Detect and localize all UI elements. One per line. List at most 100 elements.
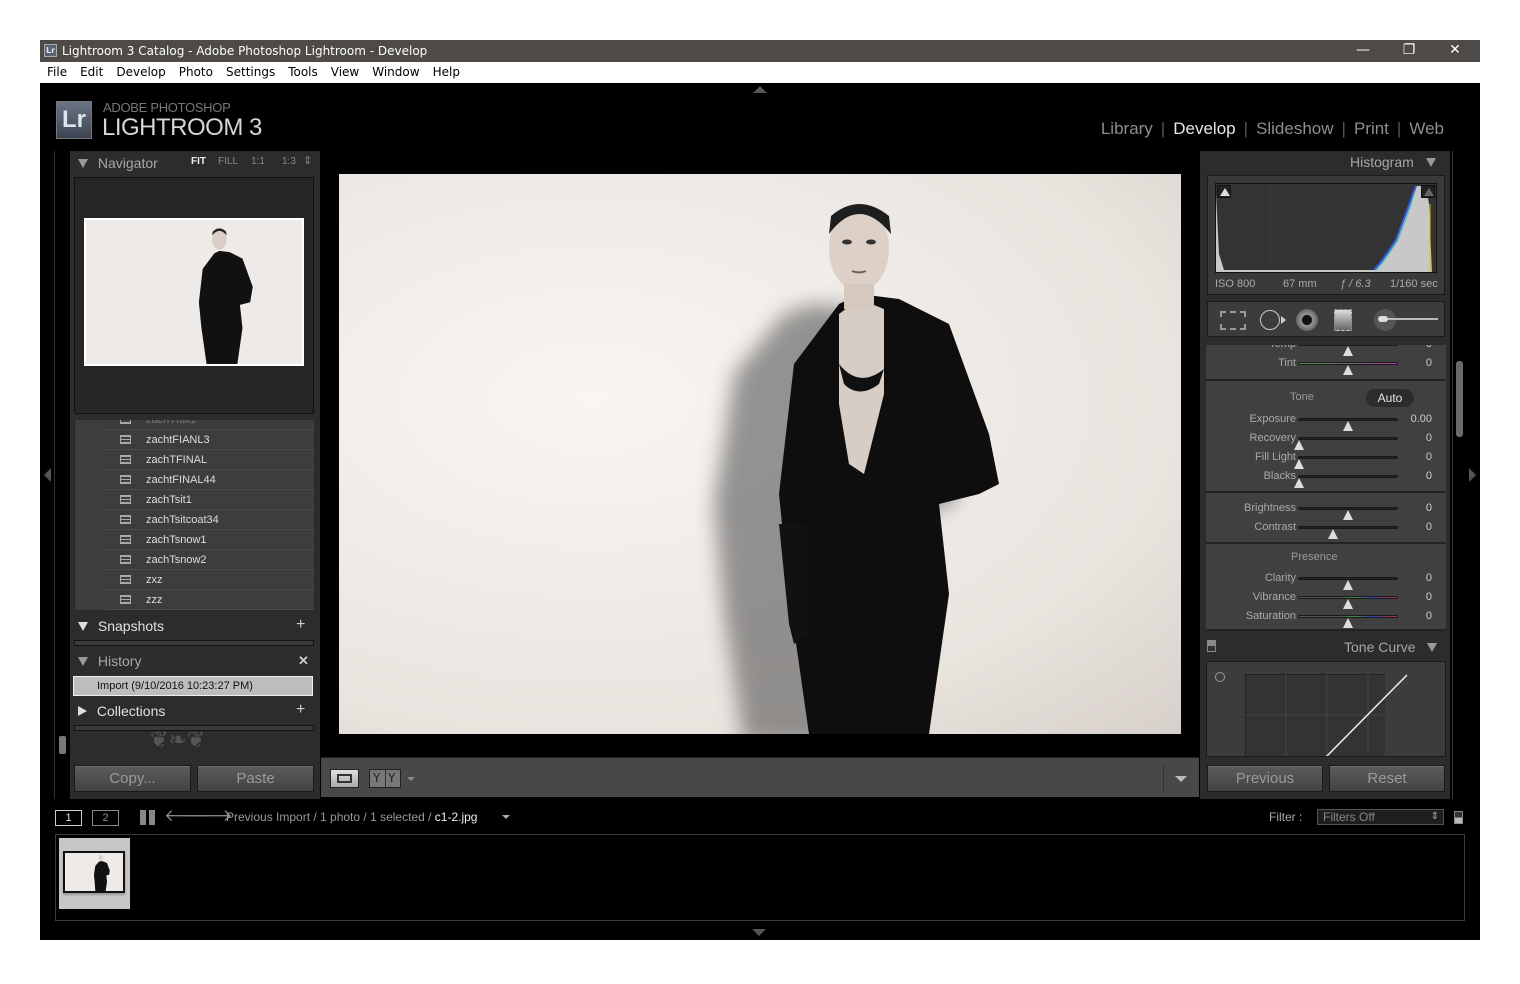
preset-item[interactable]: zachTsnow1	[105, 530, 314, 550]
module-separator: |	[1341, 119, 1346, 138]
histogram-graph[interactable]	[1215, 183, 1437, 273]
zoom-fill[interactable]: FILL	[218, 156, 238, 167]
preset-item[interactable]: zxz	[105, 570, 314, 590]
filter-select[interactable]: Filters Off ⇕	[1317, 809, 1444, 825]
left-panel-toggle-icon[interactable]	[44, 468, 51, 482]
adjustment-brush-tool-icon[interactable]	[1374, 309, 1440, 331]
before-after-dropdown-icon[interactable]	[407, 777, 415, 781]
menu-photo[interactable]: Photo	[172, 62, 219, 82]
menu-window[interactable]: Window	[365, 62, 425, 82]
group-divider	[1206, 629, 1446, 631]
navigator-thumbnail[interactable]	[84, 218, 304, 366]
tint-slider[interactable]	[1298, 362, 1398, 375]
slider-knob[interactable]	[1343, 365, 1353, 375]
shadow-clipping-toggle[interactable]	[1217, 185, 1231, 198]
preset-item[interactable]: zachTsit1	[105, 490, 314, 510]
preset-item[interactable]: zachTFINAL	[105, 450, 314, 470]
source-path[interactable]: Previous Import / 1 photo / 1 selected /…	[226, 810, 477, 824]
filmstrip-thumbnail[interactable]	[63, 851, 125, 893]
history-title: History	[97, 653, 142, 669]
clear-history-icon[interactable]: ✕	[298, 653, 309, 669]
main-photo[interactable]	[339, 174, 1181, 734]
zoom-1-1[interactable]: 1:1	[251, 156, 265, 167]
histogram-header[interactable]: Histogram	[1350, 154, 1436, 170]
red-eye-tool-icon[interactable]	[1296, 309, 1318, 331]
filter-lock-toggle[interactable]	[1454, 811, 1463, 824]
preset-item[interactable]: zachtFINAL44	[105, 470, 314, 490]
preset-item[interactable]: zachTsitcoat34	[105, 510, 314, 530]
preset-item[interactable]: zzz	[105, 590, 314, 610]
history-item[interactable]: Import (9/10/2016 10:23:27 PM)	[73, 676, 313, 696]
temp-slider[interactable]	[1298, 345, 1398, 356]
preset-item[interactable]: zachTsnow2	[105, 550, 314, 570]
brightness-slider[interactable]	[1298, 507, 1398, 520]
slider-knob[interactable]	[1328, 529, 1339, 539]
module-slideshow[interactable]: Slideshow	[1256, 119, 1334, 139]
close-button[interactable]: ✕	[1432, 40, 1478, 62]
right-panel-scrollbar[interactable]	[1452, 151, 1466, 799]
zoom-1-3[interactable]: 1:3	[282, 156, 296, 167]
top-panel-toggle-icon[interactable]	[753, 86, 767, 93]
menu-view[interactable]: View	[324, 62, 365, 82]
tone-curve-header[interactable]: Tone Curve	[1344, 639, 1438, 655]
highlight-clipping-toggle[interactable]	[1421, 185, 1435, 198]
zoom-stepper-icon[interactable]: ⇕	[303, 154, 312, 167]
module-develop[interactable]: Develop	[1173, 119, 1235, 139]
paste-button[interactable]: Paste	[197, 765, 314, 792]
saturation-slider[interactable]	[1298, 615, 1398, 628]
module-print[interactable]: Print	[1354, 119, 1389, 139]
slider-knob[interactable]	[1343, 618, 1353, 628]
source-dropdown-icon[interactable]	[502, 815, 510, 819]
blacks-slider[interactable]	[1294, 475, 1398, 488]
menu-edit[interactable]: Edit	[73, 62, 109, 82]
minimize-button[interactable]: —	[1340, 40, 1386, 62]
primary-display-button[interactable]: 1	[55, 810, 82, 826]
scrollbar-thumb[interactable]	[59, 736, 66, 754]
preset-icon	[120, 495, 131, 504]
add-snapshot-icon[interactable]: +	[296, 616, 305, 634]
snapshots-header[interactable]: Snapshots	[78, 618, 164, 634]
auto-tone-button[interactable]: Auto	[1366, 389, 1414, 407]
menu-develop[interactable]: Develop	[109, 62, 171, 82]
loupe-view-button[interactable]	[330, 769, 359, 788]
right-panel-toggle-icon[interactable]	[1469, 468, 1476, 482]
vibrance-slider[interactable]	[1298, 596, 1398, 609]
preset-item[interactable]: zachtFIANL3	[105, 430, 314, 450]
toolbar-options-icon[interactable]	[1175, 776, 1187, 782]
module-web[interactable]: Web	[1409, 119, 1444, 139]
preset-item[interactable]: zachTfull1	[105, 420, 314, 430]
grid-view-icon[interactable]	[140, 810, 155, 825]
navigator-header[interactable]: Navigator	[78, 155, 158, 171]
menu-settings[interactable]: Settings	[219, 62, 281, 82]
tone-curve-graph[interactable]	[1245, 674, 1409, 757]
add-collection-icon[interactable]: +	[296, 701, 305, 719]
spot-removal-tool-icon[interactable]	[1260, 310, 1280, 330]
fill-light-slider[interactable]	[1294, 456, 1398, 469]
left-panel-scrollbar[interactable]	[54, 151, 68, 799]
history-header[interactable]: History	[78, 653, 141, 669]
before-after-button[interactable]: YY	[369, 769, 401, 788]
menu-file[interactable]: File	[40, 62, 73, 82]
zoom-fit[interactable]: FIT	[191, 156, 206, 167]
contrast-slider[interactable]	[1298, 526, 1398, 539]
copy-button[interactable]: Copy...	[74, 765, 191, 792]
slider-knob[interactable]	[1294, 478, 1304, 488]
recovery-slider[interactable]	[1294, 437, 1398, 450]
restore-button[interactable]: ❐	[1386, 40, 1432, 62]
secondary-display-button[interactable]: 2	[92, 810, 119, 826]
filmstrip-thumbnail-cell[interactable]	[59, 838, 130, 909]
targeted-adjustment-icon[interactable]	[1215, 672, 1225, 682]
scrollbar-thumb[interactable]	[1456, 361, 1463, 437]
exposure-slider[interactable]	[1298, 418, 1398, 431]
previous-button[interactable]: Previous	[1207, 765, 1323, 792]
menu-tools[interactable]: Tools	[281, 62, 324, 82]
collections-header[interactable]: Collections	[78, 703, 165, 719]
panel-switch-toggle[interactable]	[1207, 640, 1216, 652]
menu-help[interactable]: Help	[426, 62, 466, 82]
reset-button[interactable]: Reset	[1329, 765, 1445, 792]
module-library[interactable]: Library	[1101, 119, 1153, 139]
clarity-slider[interactable]	[1298, 577, 1398, 590]
crop-overlay-tool-icon[interactable]	[1220, 311, 1246, 330]
graduated-filter-tool-icon[interactable]	[1334, 309, 1352, 331]
bottom-panel-toggle-icon[interactable]	[752, 929, 766, 936]
